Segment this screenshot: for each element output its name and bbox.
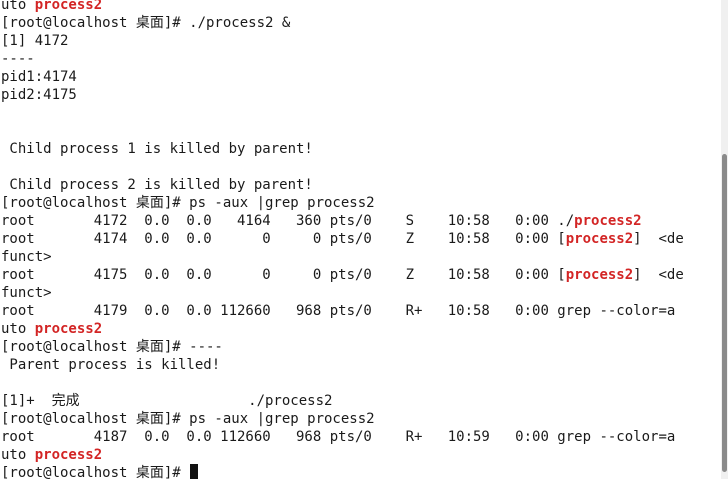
line-text: uto [1, 447, 35, 463]
terminal-line: Child process 2 is killed by parent! [1, 176, 721, 194]
terminal-line: [root@localhost 桌面]# [1, 464, 721, 479]
terminal-line: root 4179 0.0 0.0 112660 968 pts/0 R+ 10… [1, 302, 721, 320]
line-text: ---- [1, 51, 35, 67]
terminal-line: uto process2 [1, 0, 721, 14]
terminal-line: Parent process is killed! [1, 356, 721, 374]
terminal-line: [root@localhost 桌面]# ./process2 & [1, 14, 721, 32]
line-text: root 4172 0.0 0.0 4164 360 pts/0 S 10:58… [1, 213, 575, 229]
line-text: uto [1, 0, 35, 13]
line-text: [root@localhost 桌面]# ps -aux |grep proce… [1, 195, 375, 211]
grep-match-highlight: process2 [565, 231, 634, 247]
terminal-line: uto process2 [1, 446, 721, 464]
line-text: root 4174 0.0 0.0 0 0 pts/0 Z 10:58 0:00… [1, 231, 566, 247]
grep-match-highlight: process2 [34, 0, 103, 13]
terminal-line: root 4172 0.0 0.0 4164 360 pts/0 S 10:58… [1, 212, 721, 230]
terminal-line: root 4187 0.0 0.0 112660 968 pts/0 R+ 10… [1, 428, 721, 446]
terminal-line: Child process 1 is killed by parent! [1, 140, 721, 158]
line-text: pid1:4174 [1, 69, 77, 85]
terminal-line: [1] 4172 [1, 32, 721, 50]
line-text: funct> [1, 249, 52, 265]
terminal-line: pid1:4174 [1, 68, 721, 86]
terminal-line: pid2:4175 [1, 86, 721, 104]
grep-match-highlight: process2 [34, 447, 103, 463]
line-text-after: ] <de [633, 267, 684, 283]
terminal-line: ---- [1, 50, 721, 68]
line-text: [1] 4172 [1, 33, 69, 49]
terminal-line: [root@localhost 桌面]# ps -aux |grep proce… [1, 194, 721, 212]
line-text: [root@localhost 桌面]# ps -aux |grep proce… [1, 411, 375, 427]
grep-match-highlight: process2 [565, 267, 634, 283]
line-text: [root@localhost 桌面]# ./process2 & [1, 15, 291, 31]
grep-match-highlight: process2 [574, 213, 642, 229]
line-text: root 4187 0.0 0.0 112660 968 pts/0 R+ 10… [1, 429, 676, 445]
terminal-line: funct> [1, 248, 721, 266]
terminal-line: root 4175 0.0 0.0 0 0 pts/0 Z 10:58 0:00… [1, 266, 721, 284]
terminal-window[interactable]: uto process2 [root@localhost 桌面]# ./proce… [0, 0, 728, 479]
line-text: [1]+ 完成 ./process2 [1, 393, 333, 409]
line-text: root 4175 0.0 0.0 0 0 pts/0 Z 10:58 0:00… [1, 267, 566, 283]
line-text: [root@localhost 桌面]# [1, 465, 190, 479]
terminal-line: root 4174 0.0 0.0 0 0 pts/0 Z 10:58 0:00… [1, 230, 721, 248]
grep-match-highlight: process2 [34, 321, 103, 337]
terminal-line: [root@localhost 桌面]# ps -aux |grep proce… [1, 410, 721, 428]
line-text-after: ] <de [633, 231, 684, 247]
terminal-line: [1]+ 完成 ./process2 [1, 392, 721, 410]
terminal-line: [root@localhost 桌面]# ---- [1, 338, 721, 356]
line-text: uto [1, 321, 35, 337]
line-text: Child process 1 is killed by parent! [1, 141, 313, 157]
scrollbar-thumb[interactable] [722, 154, 727, 472]
terminal-cursor [190, 464, 199, 479]
terminal-output: uto process2 [root@localhost 桌面]# ./proce… [1, 0, 721, 479]
terminal-line: funct> [1, 284, 721, 302]
line-text: funct> [1, 285, 52, 301]
line-text: root 4179 0.0 0.0 112660 968 pts/0 R+ 10… [1, 303, 676, 319]
line-text: pid2:4175 [1, 87, 77, 103]
scrollbar[interactable] [721, 0, 728, 479]
terminal-line: uto process2 [1, 320, 721, 338]
line-text: [root@localhost 桌面]# ---- [1, 339, 223, 355]
line-text: Parent process is killed! [1, 357, 221, 373]
line-text: Child process 2 is killed by parent! [1, 177, 313, 193]
